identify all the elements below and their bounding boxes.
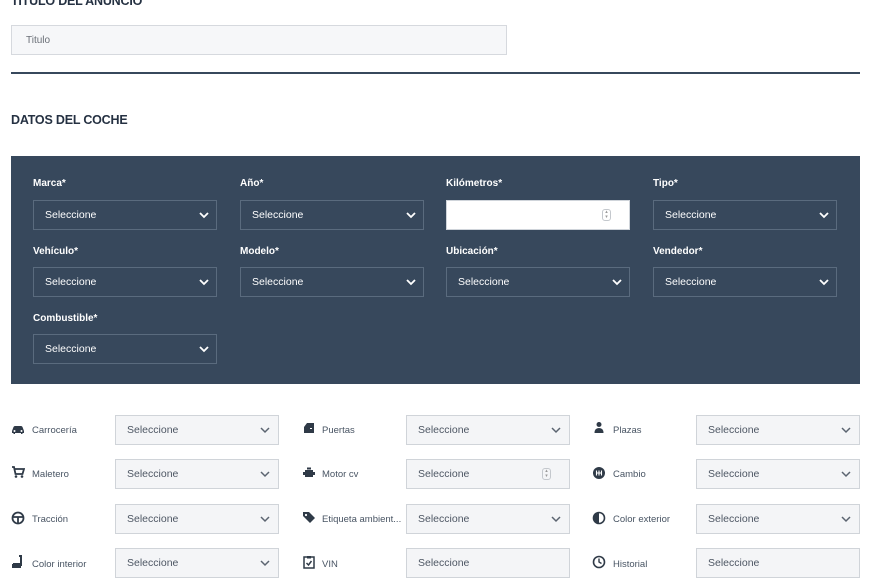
chevron-down-icon: [841, 516, 851, 523]
chevron-down-icon: [199, 346, 209, 353]
chevron-down-icon: [260, 560, 270, 567]
ubicacion-label: Ubicación*: [446, 246, 498, 257]
combustible-select[interactable]: Seleccione: [33, 334, 217, 364]
motor-cv-input[interactable]: Seleccione ▴ ▾: [406, 459, 570, 489]
maletero-select[interactable]: Seleccione: [115, 459, 279, 489]
traccion-select[interactable]: Seleccione: [115, 504, 279, 534]
chevron-down-icon: [406, 279, 416, 286]
puertas-label: Puertas: [322, 425, 355, 436]
ano-label: Año*: [240, 178, 264, 189]
combustible-select-value: Seleccione: [45, 343, 97, 355]
tag-icon: [303, 512, 315, 523]
cambio-select-value: Seleccione: [708, 468, 760, 480]
tipo-select[interactable]: Seleccione: [653, 200, 837, 230]
number-spinner-icon[interactable]: ▴ ▾: [602, 209, 611, 221]
vin-input-value: Seleccione: [418, 557, 470, 569]
combustible-label: Combustible*: [33, 313, 98, 324]
etiqueta-ambiental-select-value: Seleccione: [418, 513, 470, 525]
title-input[interactable]: [11, 25, 507, 55]
cambio-select[interactable]: Seleccione: [696, 459, 860, 489]
cambio-label: Cambio: [613, 469, 646, 480]
door-icon: [304, 423, 314, 433]
historial-select-value: Seleccione: [708, 557, 760, 569]
tipo-select-value: Seleccione: [665, 209, 717, 221]
maletero-label: Maletero: [32, 469, 69, 480]
vin-label: VIN: [322, 559, 338, 570]
traccion-select-value: Seleccione: [127, 513, 179, 525]
engine-icon: [303, 467, 315, 477]
marca-label: Marca*: [33, 178, 66, 189]
plazas-select[interactable]: Seleccione: [696, 415, 860, 445]
vin-input[interactable]: Seleccione: [406, 548, 570, 578]
car-data-heading: DATOS DEL COCHE: [11, 113, 128, 127]
motor-cv-label: Motor cv: [322, 469, 359, 480]
kilometros-input[interactable]: ▴ ▾: [446, 200, 630, 230]
chevron-down-icon: [260, 516, 270, 523]
color-exterior-select[interactable]: Seleccione: [696, 504, 860, 534]
chevron-down-icon: [819, 212, 829, 219]
half-circle-icon: [592, 511, 606, 525]
ano-select-value: Seleccione: [252, 209, 304, 221]
clipboard-check-icon: [303, 556, 315, 569]
etiqueta-ambiental-select[interactable]: Seleccione: [406, 504, 570, 534]
tipo-label: Tipo*: [653, 178, 678, 189]
kilometros-label: Kilómetros*: [446, 178, 503, 189]
chevron-down-icon: [551, 516, 561, 523]
carroceria-label: Carrocería: [32, 425, 77, 436]
color-interior-select-value: Seleccione: [127, 557, 179, 569]
plazas-label: Plazas: [613, 425, 642, 436]
modelo-select-value: Seleccione: [252, 276, 304, 288]
plazas-select-value: Seleccione: [708, 424, 760, 436]
etiqueta-ambiental-label: Etiqueta ambient...: [322, 514, 402, 525]
steering-wheel-icon: [11, 511, 25, 525]
maletero-select-value: Seleccione: [127, 468, 179, 480]
person-icon: [594, 422, 604, 433]
vehiculo-label: Vehículo*: [33, 246, 79, 257]
chevron-down-icon: [199, 279, 209, 286]
color-exterior-label: Color exterior: [613, 514, 671, 525]
cart-icon: [12, 466, 25, 478]
chevron-down-icon: [260, 471, 270, 478]
ano-select[interactable]: Seleccione: [240, 200, 424, 230]
vehiculo-select[interactable]: Seleccione: [33, 267, 217, 297]
number-spinner-icon[interactable]: ▴ ▾: [542, 468, 551, 480]
title-section-heading: TÍTULO DEL ANUNCIO: [11, 0, 143, 8]
ubicacion-select[interactable]: Seleccione: [446, 267, 630, 297]
vendedor-select-value: Seleccione: [665, 276, 717, 288]
modelo-label: Modelo*: [240, 246, 279, 257]
historial-select[interactable]: Seleccione: [696, 548, 860, 578]
historial-label: Historial: [613, 559, 648, 570]
vendedor-label: Vendedor*: [653, 246, 703, 257]
ubicacion-select-value: Seleccione: [458, 276, 510, 288]
chevron-down-icon: [551, 427, 561, 434]
vehiculo-select-value: Seleccione: [45, 276, 97, 288]
chevron-down-icon: [819, 279, 829, 286]
carroceria-select[interactable]: Seleccione: [115, 415, 279, 445]
color-exterior-select-value: Seleccione: [708, 513, 760, 525]
puertas-select[interactable]: Seleccione: [406, 415, 570, 445]
marca-select[interactable]: Seleccione: [33, 200, 217, 230]
car-icon: [12, 426, 24, 434]
clock-icon: [592, 555, 606, 569]
gearbox-icon: [593, 467, 605, 479]
required-fields-panel: Marca* Seleccione Año* Seleccione Kilóme…: [11, 156, 860, 384]
traccion-label: Tracción: [32, 514, 69, 525]
chevron-down-icon: [612, 279, 622, 286]
section-divider: [11, 72, 860, 74]
chevron-down-icon: [260, 427, 270, 434]
chevron-down-icon: [841, 427, 851, 434]
seat-icon: [12, 555, 22, 568]
marca-select-value: Seleccione: [45, 209, 97, 221]
vendedor-select[interactable]: Seleccione: [653, 267, 837, 297]
chevron-down-icon: [841, 471, 851, 478]
chevron-down-icon: [406, 212, 416, 219]
carroceria-select-value: Seleccione: [127, 424, 179, 436]
chevron-down-icon: [199, 212, 209, 219]
modelo-select[interactable]: Seleccione: [240, 267, 424, 297]
color-interior-label: Color interior: [32, 559, 87, 570]
puertas-select-value: Seleccione: [418, 424, 470, 436]
color-interior-select[interactable]: Seleccione: [115, 548, 279, 578]
motor-cv-input-value: Seleccione: [418, 468, 470, 480]
